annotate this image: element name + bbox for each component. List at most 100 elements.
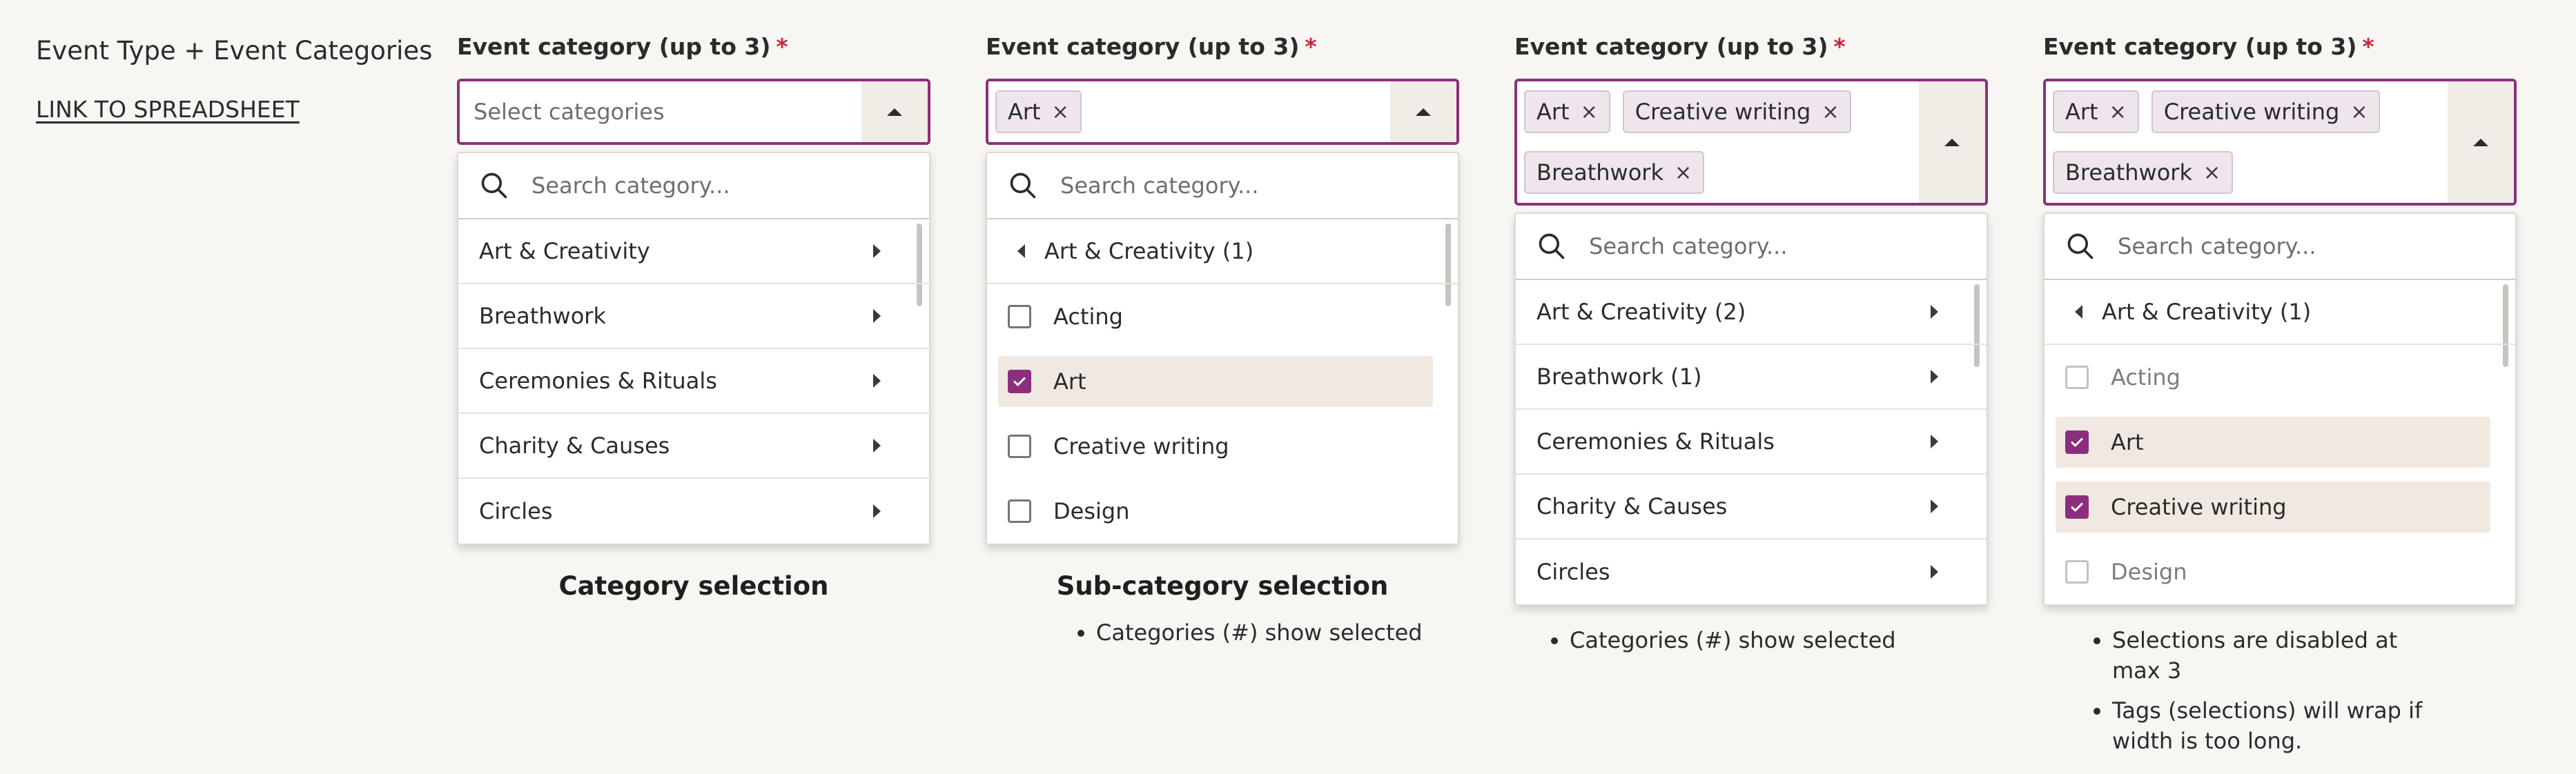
category-select[interactable]: Art × Creative writing × Breathwork ×: [2043, 79, 2517, 206]
note: Categories (#) show selected: [1096, 617, 1459, 648]
category-item[interactable]: Ceremonies & Rituals: [458, 349, 929, 414]
check-icon: [1013, 377, 1026, 386]
chevron-right-icon: [1931, 305, 1938, 319]
subcategory-option[interactable]: Art: [2045, 410, 2515, 475]
left-header: Event Type + Event Categories LINK TO SP…: [36, 36, 432, 123]
chevron-left-icon: [1017, 244, 1025, 258]
caret-up-icon: [1416, 108, 1431, 116]
spreadsheet-link[interactable]: LINK TO SPREADSHEET: [36, 96, 300, 123]
remove-tag-icon[interactable]: ×: [1822, 100, 1839, 124]
chevron-right-icon: [1931, 499, 1938, 513]
field-label: Event category (up to 3) *: [1514, 33, 1846, 60]
field-label: Event category (up to 3) *: [457, 33, 788, 60]
search-input[interactable]: [1588, 232, 1949, 260]
category-item[interactable]: Circles: [1516, 539, 1987, 604]
note: Categories (#) show selected: [1570, 625, 1988, 655]
chevron-left-icon: [2075, 305, 2082, 319]
subcategory-option[interactable]: Creative writing: [987, 414, 1458, 479]
panel-caption: Category selection: [558, 571, 829, 601]
chevron-right-icon: [1931, 565, 1938, 579]
subcategory-option-disabled: Design: [2045, 539, 2515, 604]
search-icon: [2067, 233, 2094, 259]
selected-tag: Art ×: [1524, 90, 1610, 133]
required-mark: *: [1833, 33, 1846, 60]
checkbox[interactable]: [1008, 435, 1031, 458]
panel-caption: Sub-category selection: [1056, 571, 1389, 601]
category-select[interactable]: Art × Creative writing × Breathwork ×: [1514, 79, 1988, 206]
category-select[interactable]: Art ×: [986, 79, 1459, 145]
back-to-categories[interactable]: Art & Creativity (1): [2045, 280, 2515, 345]
remove-tag-icon[interactable]: ×: [1675, 161, 1692, 185]
search-row: [458, 153, 929, 219]
subcategory-option[interactable]: Creative writing: [2045, 475, 2515, 539]
collapse-button[interactable]: [861, 81, 928, 142]
category-select[interactable]: Select categories: [457, 79, 930, 145]
search-row: [1516, 214, 1987, 280]
checkbox-checked[interactable]: [2065, 430, 2089, 454]
search-icon: [481, 172, 507, 199]
chevron-right-icon: [873, 244, 881, 258]
selected-tag: Breathwork ×: [1524, 151, 1705, 194]
checkbox[interactable]: [1008, 305, 1031, 328]
panel-categories-with-counts: Event category (up to 3) * Art × Creative …: [1514, 33, 1988, 665]
check-icon: [2071, 438, 2083, 447]
caret-up-icon: [887, 108, 902, 116]
checkbox-checked[interactable]: [1008, 370, 1031, 393]
selected-tag: Creative writing ×: [1622, 90, 1852, 133]
subcategory-list: Art & Creativity (1) Acting Art Creative…: [2045, 280, 2515, 604]
chevron-right-icon: [1931, 435, 1938, 448]
category-item[interactable]: Breathwork: [458, 284, 929, 349]
remove-tag-icon[interactable]: ×: [1581, 100, 1598, 124]
search-row: [987, 153, 1458, 219]
subcategory-option[interactable]: Design: [987, 479, 1458, 544]
category-list: Art & Creativity (2) Breathwork (1) Cere…: [1516, 280, 1987, 604]
selected-tag: Art ×: [995, 90, 1082, 133]
page-title: Event Type + Event Categories: [36, 36, 433, 66]
search-icon: [1010, 172, 1036, 199]
search-icon: [1539, 233, 1565, 259]
category-item[interactable]: Circles: [458, 479, 929, 544]
panel-max-selections: Event category (up to 3) * Art × Creative …: [2043, 33, 2517, 766]
field-label: Event category (up to 3) *: [2043, 33, 2374, 60]
remove-tag-icon[interactable]: ×: [1052, 100, 1069, 124]
search-input[interactable]: [530, 172, 892, 199]
category-item[interactable]: Charity & Causes: [458, 414, 929, 479]
category-item[interactable]: Charity & Causes: [1516, 475, 1987, 539]
search-input[interactable]: [1059, 172, 1421, 199]
collapse-button[interactable]: [2448, 81, 2514, 203]
panel-notes: Selections are disabled at max 3 Tags (s…: [2043, 625, 2437, 756]
subcategory-option-disabled: Acting: [2045, 345, 2515, 410]
search-input[interactable]: [2116, 232, 2478, 260]
category-item[interactable]: Ceremonies & Rituals: [1516, 410, 1987, 475]
subcategory-option[interactable]: Art: [987, 349, 1458, 414]
selected-tag: Art ×: [2053, 90, 2139, 133]
collapse-button[interactable]: [1390, 81, 1456, 142]
checkbox[interactable]: [1008, 499, 1031, 523]
caret-up-icon: [2473, 138, 2488, 146]
required-mark: *: [2362, 33, 2374, 60]
search-row: [2045, 214, 2515, 280]
panel-notes: Categories (#) show selected: [986, 617, 1459, 648]
subcategory-dropdown: Art & Creativity (1) Acting Art Creative…: [2043, 212, 2517, 606]
required-mark: *: [776, 33, 788, 60]
selected-tag: Breathwork ×: [2053, 151, 2234, 194]
panel-notes: Categories (#) show selected: [1514, 625, 1988, 655]
note: Selections are disabled at max 3: [2112, 625, 2437, 686]
checkbox-checked[interactable]: [2065, 495, 2089, 519]
panel-category-selection: Event category (up to 3) * Select categor…: [457, 33, 930, 601]
category-item[interactable]: Art & Creativity (2): [1516, 280, 1987, 345]
chevron-right-icon: [873, 504, 881, 518]
chevron-right-icon: [873, 374, 881, 388]
caret-up-icon: [1944, 138, 1960, 146]
category-item[interactable]: Breathwork (1): [1516, 345, 1987, 410]
remove-tag-icon[interactable]: ×: [2203, 161, 2221, 185]
remove-tag-icon[interactable]: ×: [2350, 100, 2368, 124]
remove-tag-icon[interactable]: ×: [2109, 100, 2127, 124]
collapse-button[interactable]: [1919, 81, 1985, 203]
chevron-right-icon: [873, 309, 881, 323]
back-to-categories[interactable]: Art & Creativity (1): [987, 219, 1458, 284]
category-item[interactable]: Art & Creativity: [458, 219, 929, 284]
subcategory-dropdown: Art & Creativity (1) Acting Art Creative…: [986, 152, 1459, 545]
subcategory-option[interactable]: Acting: [987, 284, 1458, 349]
category-list: Art & Creativity Breathwork Ceremonies &…: [458, 219, 929, 544]
